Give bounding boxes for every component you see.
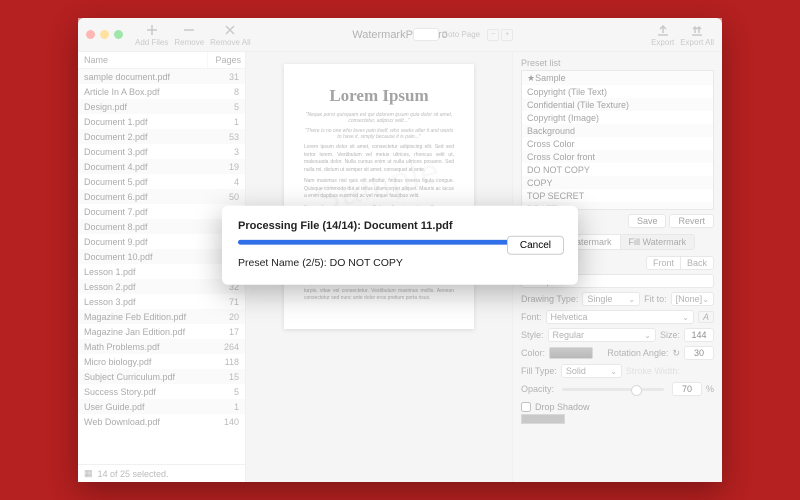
progress-title: Processing File (14/14): Document 11.pdf xyxy=(238,220,562,232)
progress-subtitle: Preset Name (2/5): DO NOT COPY xyxy=(238,257,562,269)
progress-dialog: Processing File (14/14): Document 11.pdf… xyxy=(222,206,578,285)
cancel-button[interactable]: Cancel xyxy=(507,236,564,255)
